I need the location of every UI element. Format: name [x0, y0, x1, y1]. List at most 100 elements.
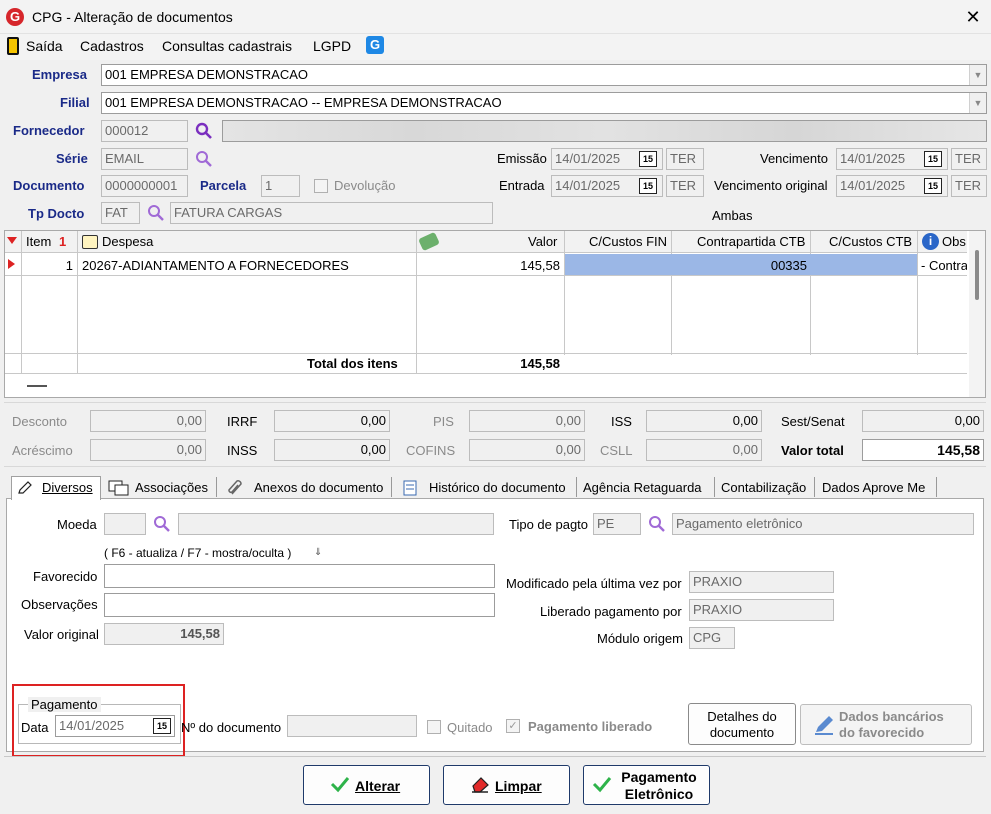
tab-anexos[interactable]: Anexos do documento	[254, 480, 383, 495]
close-icon[interactable]: ✕	[960, 4, 986, 30]
valor-original-field: 145,58	[104, 623, 224, 645]
expense-icon	[82, 235, 98, 249]
modulo-origem-label: Módulo origem	[597, 631, 683, 646]
praxio-g-icon[interactable]: G	[366, 36, 384, 54]
col-valor[interactable]: Valor	[528, 234, 557, 249]
inss-label: INSS	[227, 443, 258, 458]
calendar-icon[interactable]: 15	[924, 151, 942, 167]
chevron-down-icon: ⇓	[314, 547, 323, 558]
tab-associacoes[interactable]: Associações	[135, 480, 208, 495]
favorecido-field[interactable]	[104, 564, 495, 588]
observacoes-field[interactable]	[104, 593, 495, 617]
entrada-label: Entrada	[499, 178, 545, 193]
pagamento-liberado-label: Pagamento liberado	[528, 719, 653, 734]
pencil-icon	[18, 481, 32, 494]
pagamento-eletronico-line2: Eletrônico	[624, 786, 694, 802]
tpdocto-code-field[interactable]: FAT	[101, 202, 140, 224]
iss-field: 0,00	[646, 410, 762, 432]
search-icon[interactable]	[195, 122, 213, 140]
check-icon	[592, 777, 612, 793]
emissao-day-field: TER	[666, 148, 704, 170]
calendar-icon[interactable]: 15	[924, 178, 942, 194]
history-scroll-icon	[403, 480, 417, 496]
cell-despesa[interactable]: 20267-ADIANTAMENTO A FORNECEDORES	[82, 258, 349, 273]
cell-item[interactable]: 1	[22, 258, 73, 273]
detalhes-line2: documento	[709, 725, 775, 740]
csll-field: 0,00	[646, 439, 762, 461]
col-item[interactable]: Item	[26, 234, 51, 249]
parcela-label: Parcela	[200, 178, 247, 193]
empresa-select[interactable]: 001 EMPRESA DEMONSTRACAO	[101, 64, 987, 86]
sort-arrow-icon	[7, 237, 17, 244]
observacoes-label: Observações	[21, 597, 98, 612]
fornecedor-name-field	[222, 120, 987, 142]
search-icon[interactable]	[195, 150, 213, 168]
liberado-field: PRAXIO	[689, 599, 834, 621]
limpar-label: Limpar	[495, 778, 542, 794]
menu-lgpd[interactable]: LGPD	[313, 38, 351, 54]
tipo-pagto-label: Tipo de pagto	[509, 517, 589, 532]
shortcut-hint: ( F6 - atualiza / F7 - mostra/oculta )	[104, 546, 292, 560]
cell-obs[interactable]: - Contra	[921, 258, 967, 273]
search-icon[interactable]	[648, 515, 666, 533]
chevron-down-icon[interactable]: ▼	[969, 65, 986, 85]
pagamento-liberado-checkbox[interactable]: ✓	[506, 719, 520, 733]
tab-contabilizacao[interactable]: Contabilização	[721, 480, 806, 495]
cofins-label: COFINS	[406, 443, 456, 458]
col-ccctb[interactable]: C/Custos CTB	[829, 234, 912, 249]
search-icon[interactable]	[147, 204, 165, 222]
sest-senat-label: Sest/Senat	[781, 414, 845, 429]
devolucao-checkbox[interactable]	[314, 179, 328, 193]
grid-scroll-thumb[interactable]	[975, 250, 979, 300]
exit-door-icon[interactable]	[7, 37, 19, 55]
moeda-code-field[interactable]	[104, 513, 146, 535]
valor-total-field: 145,58	[862, 439, 984, 461]
cell-valor[interactable]: 145,58	[420, 258, 560, 273]
filial-label: Filial	[60, 95, 90, 110]
valor-total-label: Valor total	[781, 443, 844, 458]
total-items-value: 145,58	[520, 356, 560, 371]
tab-diversos-label[interactable]: Diversos	[42, 480, 93, 495]
col-ccfin[interactable]: C/Custos FIN	[589, 234, 667, 249]
empresa-label: Empresa	[32, 67, 87, 82]
acrescimo-field: 0,00	[90, 439, 206, 461]
tab-agencia[interactable]: Agência Retaguarda	[583, 480, 702, 495]
dados-bancarios-line2: do favorecido	[839, 725, 925, 740]
irrf-label: IRRF	[227, 414, 258, 429]
calendar-icon[interactable]: 15	[639, 151, 657, 167]
col-obs[interactable]: Obs	[942, 234, 966, 249]
documento-field[interactable]: 0000000001	[101, 175, 188, 197]
chevron-down-icon[interactable]: ▼	[969, 93, 986, 113]
eraser-icon	[472, 777, 489, 793]
irrf-field: 0,00	[274, 410, 390, 432]
num-documento-field[interactable]	[287, 715, 417, 737]
pencil-icon	[815, 716, 833, 735]
moeda-label: Moeda	[57, 517, 97, 532]
tab-dados-aprove-me[interactable]: Dados Aprove Me	[822, 480, 925, 495]
menu-consultas-cadastrais[interactable]: Consultas cadastrais	[162, 38, 292, 54]
documento-label: Documento	[13, 178, 85, 193]
search-icon[interactable]	[153, 515, 171, 533]
menu-saida[interactable]: Saída	[26, 38, 63, 54]
pis-field: 0,00	[469, 410, 585, 432]
tab-historico[interactable]: Histórico do documento	[429, 480, 566, 495]
col-despesa[interactable]: Despesa	[102, 234, 153, 249]
calendar-icon[interactable]: 15	[639, 178, 657, 194]
fornecedor-code-field[interactable]: 000012	[101, 120, 188, 142]
vencimento-day-field: TER	[951, 148, 987, 170]
info-icon: i	[922, 233, 939, 250]
csll-label: CSLL	[600, 443, 633, 458]
tpdocto-label: Tp Docto	[28, 206, 85, 221]
parcela-field[interactable]: 1	[261, 175, 300, 197]
emissao-label: Emissão	[497, 151, 547, 166]
serie-field[interactable]: EMAIL	[101, 148, 188, 170]
cell-contrapartida[interactable]: 00335	[675, 258, 807, 273]
quitado-checkbox[interactable]	[427, 720, 441, 734]
menu-cadastros[interactable]: Cadastros	[80, 38, 144, 54]
col-contrapartida[interactable]: Contrapartida CTB	[697, 234, 805, 249]
fornecedor-label: Fornecedor	[13, 123, 85, 138]
cofins-field: 0,00	[469, 439, 585, 461]
filial-select[interactable]: 001 EMPRESA DEMONSTRACAO -- EMPRESA DEMO…	[101, 92, 987, 114]
tipo-pagto-code-field[interactable]: PE	[593, 513, 641, 535]
ambas-label: Ambas	[712, 208, 753, 223]
